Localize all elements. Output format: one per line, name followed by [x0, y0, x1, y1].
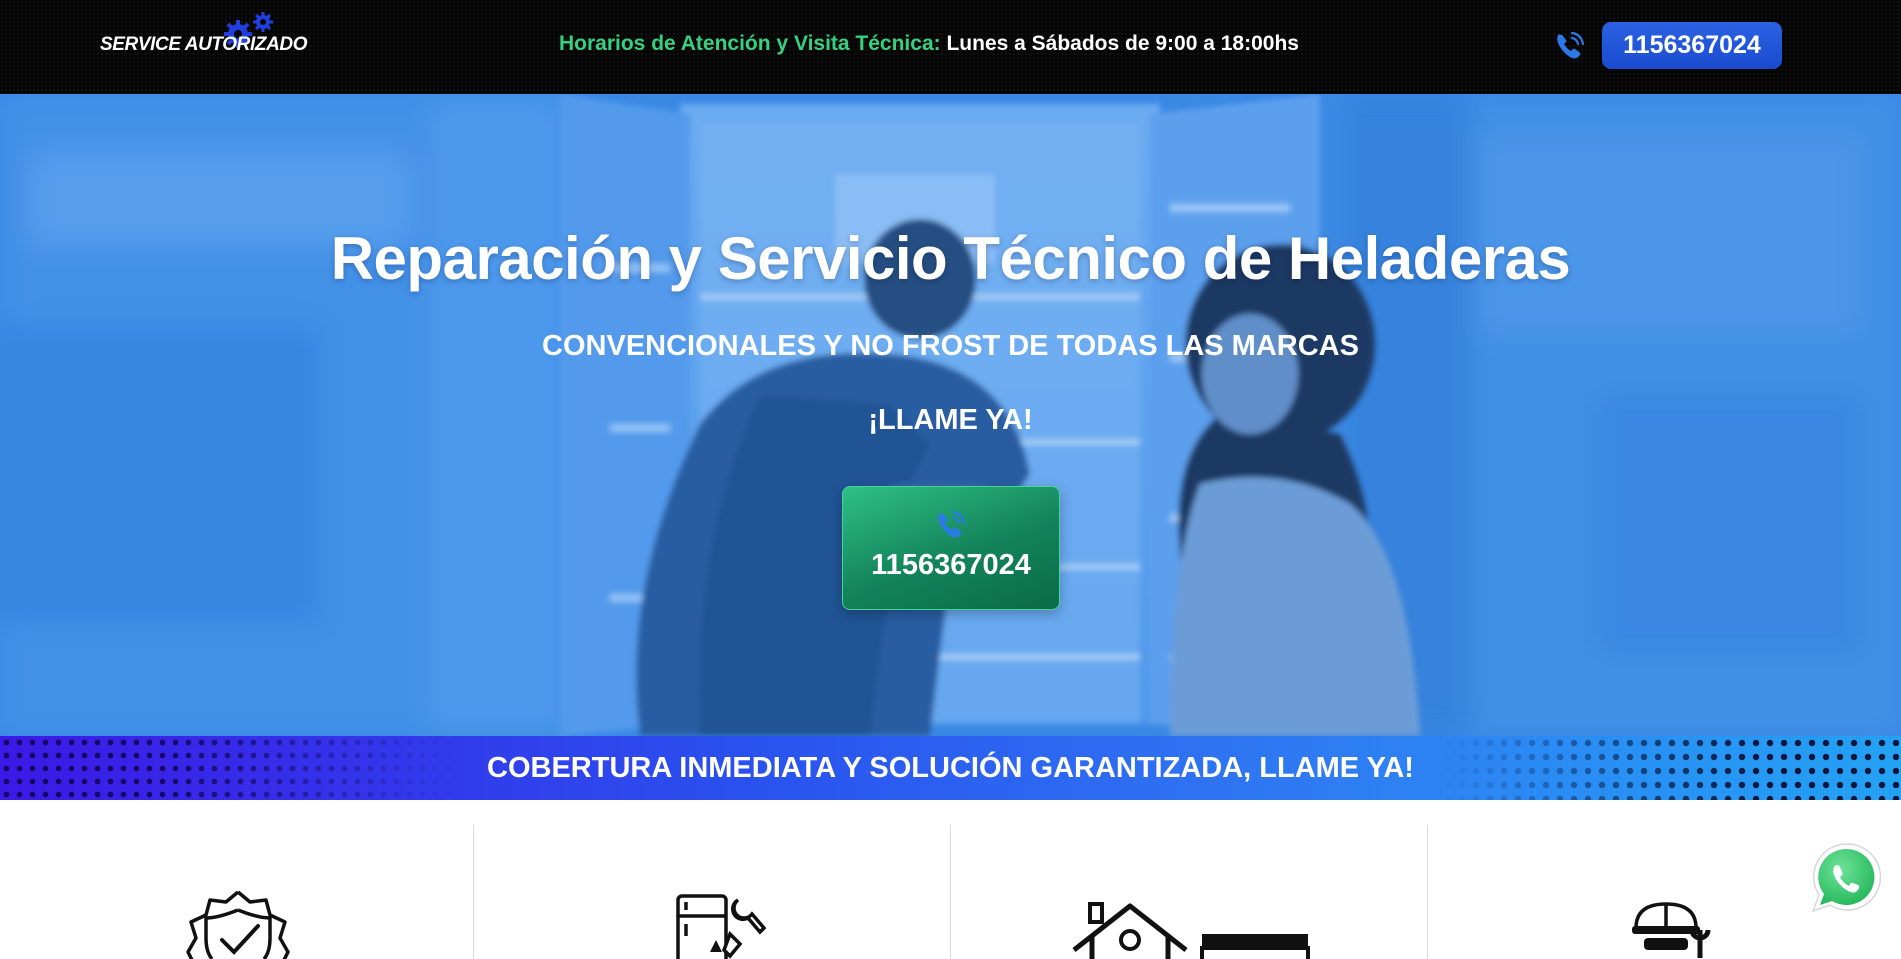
shield-check-icon [186, 890, 290, 959]
hero-cta-label: ¡LLAME YA! [868, 404, 1033, 436]
technician-icon [1632, 902, 1711, 958]
hero-section: Reparación y Servicio Técnico de Helader… [0, 94, 1901, 736]
house-truck-icon [1072, 902, 1310, 959]
logo[interactable]: SERVICE AUTORIZADO [98, 8, 308, 70]
whatsapp-icon[interactable] [1806, 838, 1888, 920]
fridge-tools-icon [676, 894, 767, 959]
call-button[interactable]: 1156367024 [1602, 22, 1782, 69]
coverage-banner-text: COBERTURA INMEDIATA Y SOLUCIÓN GARANTIZA… [487, 752, 1414, 784]
hero-subtitle: CONVENCIONALES Y NO FROST DE TODAS LAS M… [542, 330, 1359, 362]
hero-title: Reparación y Servicio Técnico de Helader… [330, 225, 1571, 292]
hours-value: Lunes a Sábados de 9:00 a 18:00hs [946, 32, 1299, 55]
feature-divider [473, 825, 474, 959]
hero-call-button[interactable]: 1156367024 [842, 486, 1060, 610]
phone-ringing-icon [938, 510, 966, 538]
top-bar: SERVICE AUTORIZADO Horarios de Atención … [0, 0, 1901, 94]
feature-divider [1427, 825, 1428, 959]
logo-text: SERVICE AUTORIZADO [100, 34, 308, 55]
hours-label: Horarios de Atención y Visita Técnica: [559, 32, 941, 55]
coverage-banner: COBERTURA INMEDIATA Y SOLUCIÓN GARANTIZA… [0, 736, 1901, 800]
feature-divider [950, 825, 951, 959]
hero-phone-number: 1156367024 [871, 549, 1031, 581]
phone-ringing-icon [1557, 31, 1585, 59]
features-section [0, 800, 1901, 959]
opening-hours: Horarios de Atención y Visita Técnica: L… [559, 32, 1299, 56]
